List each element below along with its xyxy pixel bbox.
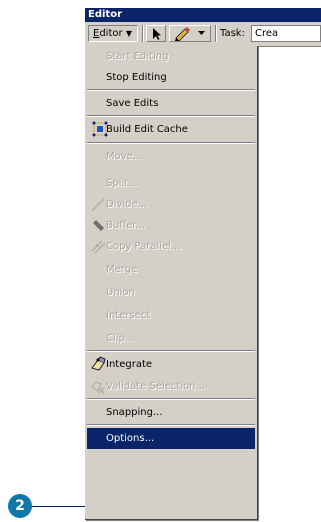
menu-item-split[interactable]: Split... [87, 173, 255, 194]
menu-separator [87, 89, 255, 91]
toolbar-separator [142, 25, 143, 42]
menu-separator [87, 424, 255, 426]
editor-toolbar: Editor ▼ Task: Crea [85, 22, 321, 47]
window-title: Editor [85, 8, 321, 22]
menu-item-divide[interactable]: Divide... [87, 194, 255, 215]
step-callout-badge: 2 [8, 494, 32, 518]
editor-menu-button[interactable]: Editor ▼ [88, 25, 138, 42]
menu-item-integrate[interactable]: Integrate [87, 354, 255, 375]
menu-item-buffer[interactable]: Buffer... [87, 215, 255, 236]
menu-separator [87, 350, 255, 352]
menu-item-stop-editing[interactable]: Stop Editing [87, 67, 255, 88]
menu-item-intersect[interactable]: Intersect [87, 305, 255, 326]
menu-item-merge[interactable]: Merge [87, 259, 255, 280]
menu-item-validate-selection[interactable]: Validate Selection... [87, 376, 255, 397]
menu-item-snapping[interactable]: Snapping... [87, 402, 255, 423]
task-select[interactable]: Crea [251, 25, 321, 42]
arrow-pointer-icon [153, 28, 161, 40]
menu-item-union[interactable]: Union [87, 282, 255, 303]
menu-item-copy-parallel[interactable]: Copy Parallel... [87, 236, 255, 257]
edit-tool-button[interactable] [146, 25, 166, 42]
menu-item-clip[interactable]: Clip... [87, 328, 255, 349]
menu-separator [87, 142, 255, 144]
menu-item-start-editing[interactable]: Start Editing [87, 46, 255, 67]
pencil-icon [175, 27, 205, 42]
menu-item-save-edits[interactable]: Save Edits [87, 93, 255, 114]
editor-dropdown-menu: Start Editing Stop Editing Save Edits Bu… [85, 46, 258, 520]
menu-separator [87, 398, 255, 400]
menu-item-move[interactable]: Move... [87, 146, 255, 167]
sketch-tool-button[interactable] [169, 25, 211, 42]
toolbar-separator [215, 25, 216, 42]
chevron-down-icon: ▼ [125, 29, 132, 38]
callout-pointer-line [32, 506, 85, 507]
task-label: Task: [220, 28, 245, 39]
menu-separator [87, 115, 255, 117]
menu-item-options[interactable]: Options... [87, 428, 255, 449]
menu-item-build-edit-cache[interactable]: Build Edit Cache [87, 119, 255, 140]
